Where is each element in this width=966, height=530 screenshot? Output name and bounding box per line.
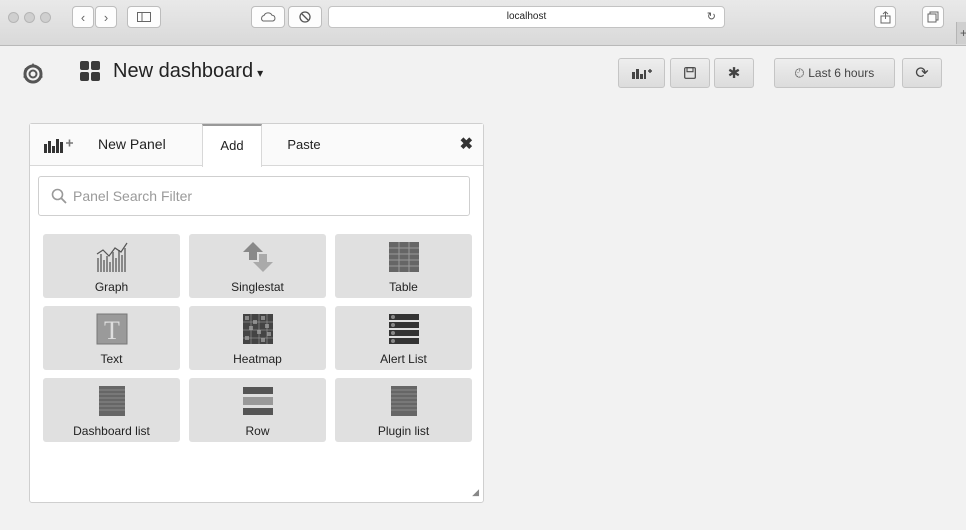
row-icon	[242, 387, 273, 415]
dashboard-list-icon	[98, 386, 125, 416]
address-bar[interactable]: localhost ↻	[328, 6, 725, 28]
url-text: localhost	[506, 11, 547, 22]
zoom-window-dot[interactable]	[40, 12, 51, 23]
cloud-icon	[261, 12, 276, 22]
minimize-window-dot[interactable]	[24, 12, 35, 23]
time-range-label: Last 6 hours	[808, 66, 875, 80]
add-panel-button[interactable]	[618, 58, 665, 88]
panel-type-dashboard-list[interactable]: Dashboard list	[43, 378, 180, 442]
dashboard-grid-icon	[80, 61, 100, 81]
privacy-icon	[299, 11, 311, 23]
dashboard-title-dropdown[interactable]: New dashboard ▾	[113, 60, 263, 83]
tab-paste[interactable]: Paste	[274, 124, 334, 166]
new-panel-icon	[44, 139, 73, 153]
panel-type-label: Table	[389, 280, 418, 294]
share-icon	[880, 10, 890, 23]
share-button[interactable]	[874, 6, 896, 28]
panel-type-label: Alert List	[380, 352, 427, 366]
search-icon	[51, 188, 67, 204]
svg-text:T: T	[104, 316, 120, 345]
panel-type-table[interactable]: Table	[335, 234, 472, 298]
browser-toolbar: ‹ › localhost ↻ +	[0, 0, 966, 46]
tabs-button[interactable]	[922, 6, 944, 28]
text-icon: T	[96, 313, 127, 345]
close-window-dot[interactable]	[8, 12, 19, 23]
panel-type-label: Heatmap	[233, 352, 282, 366]
sidebar-icon	[137, 12, 151, 22]
panel-type-text[interactable]: T Text	[43, 306, 180, 370]
chevron-left-icon: ‹	[80, 9, 86, 25]
dashboard-navbar: New dashboard ▾ ✱ 🕘︎ Last 6 hours ⟳	[0, 46, 966, 102]
panel-type-label: Singlestat	[231, 280, 284, 294]
heatmap-icon	[242, 314, 273, 344]
dashboard-title: New dashboard	[113, 60, 254, 82]
panel-type-alert-list[interactable]: Alert List	[335, 306, 472, 370]
table-icon	[388, 242, 419, 272]
cloud-button[interactable]	[251, 6, 285, 28]
reload-icon[interactable]: ↻	[707, 7, 716, 27]
tab-add[interactable]: Add	[202, 124, 262, 167]
graph-icon	[96, 242, 127, 272]
panel-type-singlestat[interactable]: Singlestat	[189, 234, 326, 298]
panel-title: New Panel	[98, 136, 166, 152]
refresh-button[interactable]: ⟳	[902, 58, 942, 88]
refresh-icon: ⟳	[915, 65, 929, 82]
time-picker-button[interactable]: 🕘︎ Last 6 hours	[774, 58, 895, 88]
sidebar-toggle-button[interactable]	[127, 6, 161, 28]
panel-type-heatmap[interactable]: Heatmap	[189, 306, 326, 370]
alert-list-icon	[388, 314, 419, 344]
panel-type-label: Graph	[94, 280, 129, 294]
panel-type-label: Row	[245, 424, 270, 438]
panel-search-box[interactable]	[38, 176, 470, 216]
gear-icon: ✱	[727, 65, 741, 82]
panel-header: New Panel Add Paste ✖	[30, 124, 483, 167]
panel-type-label: Text	[100, 352, 123, 366]
panel-type-row[interactable]: Row	[189, 378, 326, 442]
panel-type-label: Dashboard list	[73, 424, 150, 438]
resize-handle-icon[interactable]: ◢	[472, 487, 479, 498]
save-icon	[684, 67, 696, 79]
add-panel-icon	[631, 69, 652, 79]
new-tab-button[interactable]: +	[956, 22, 966, 44]
plugin-list-icon	[390, 386, 417, 416]
panel-type-label: Plugin list	[377, 424, 430, 438]
settings-button[interactable]: ✱	[714, 58, 754, 88]
panel-type-plugin-list[interactable]: Plugin list	[335, 378, 472, 442]
tabs-icon	[927, 11, 939, 23]
back-button[interactable]: ‹	[72, 6, 94, 28]
clock-icon: 🕘︎	[794, 65, 805, 80]
panel-search-input[interactable]	[73, 185, 453, 207]
grafana-logo-icon[interactable]	[20, 60, 46, 86]
chevron-right-icon: ›	[103, 9, 109, 25]
close-icon[interactable]: ✖	[460, 134, 473, 154]
panel-type-graph[interactable]: Graph	[43, 234, 180, 298]
singlestat-icon	[242, 242, 273, 272]
save-dashboard-button[interactable]	[670, 58, 710, 88]
new-panel-picker: New Panel Add Paste ✖ Graph Singlestat T…	[29, 123, 484, 503]
privacy-button[interactable]	[288, 6, 322, 28]
caret-down-icon: ▾	[257, 66, 264, 80]
forward-button[interactable]: ›	[95, 6, 117, 28]
